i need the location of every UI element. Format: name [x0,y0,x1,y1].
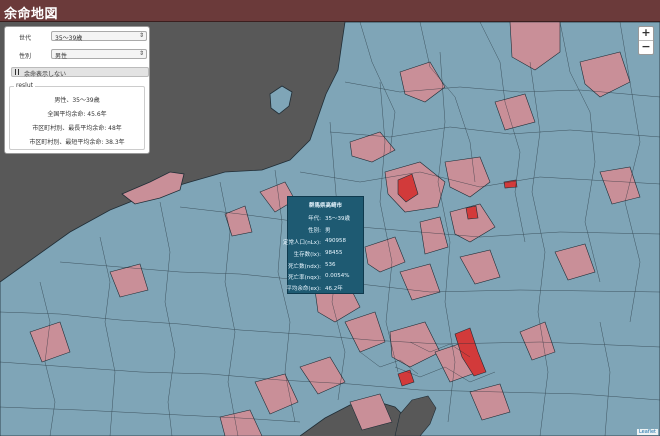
result-national-average: 全国平均余命: 45.6年 [47,111,107,118]
popup-value: 0.0054% [325,273,350,279]
generation-select-value: 35〜39歳 [55,35,83,42]
zoom-out-button[interactable]: − [639,40,653,54]
sex-label: 性別 [19,53,32,60]
popup-row-life-expectancy: 平均余命(ex): 46.2年 [286,284,363,293]
popup-row-death-rate: 死亡率(nqx): 0.0054% [288,273,363,282]
land-sado-island[interactable] [269,85,293,115]
popup-row-population: 定常人口(nLx): 490958 [283,238,363,247]
popup-value: 35〜39歳 [325,216,350,222]
sex-select-value: 男性 [55,53,68,60]
popup-key: 死亡率(nqx): [288,275,321,281]
generation-label: 世代 [19,35,32,42]
select-arrows-icon: ⇕ [138,50,144,57]
select-arrows-icon: ⇕ [138,32,144,39]
popup-value: 536 [325,262,336,268]
sex-select[interactable]: 男性 ⇕ [51,49,147,60]
result-longest-average: 市区町村別、最長平均余命: 48年 [32,125,122,132]
generation-row: 世代 35〜39歳 ⇕ [5,30,151,42]
app-title: 余命地図 [4,7,59,22]
sex-row: 性別 男性 ⇕ [5,48,151,60]
pause-icon [15,69,19,75]
popup-row-sex: 性別: 男 [288,226,363,235]
popup-key: 性別: [308,228,321,234]
result-shortest-average: 市区町村別、最短平均余命: 38.3年 [29,139,125,146]
popup-title: 群馬県高崎市 [308,203,342,209]
hide-lifespan-toggle[interactable]: 余命表示しない [11,67,149,78]
popup-value: 男 [325,228,331,234]
app-header: 余命地図 [0,0,660,22]
popup-key: 生存数(lx): [293,252,321,258]
hide-lifespan-label: 余命表示しない [24,71,67,78]
generation-select[interactable]: 35〜39歳 ⇕ [51,31,147,42]
popup-row-survivors: 生存数(lx): 98455 [288,250,363,259]
result-summary: 男性、35〜39歳 [54,97,100,104]
popup-key: 定常人口(nLx): [283,240,321,246]
municipality-popup: 群馬県高崎市 年代: 35〜39歳 性別: 男 定常人口(nLx): 49095… [283,196,364,294]
popup-value: 46.2年 [325,286,343,292]
leaflet-attribution-link[interactable]: Leaflet [636,429,658,435]
popup-key: 平均余命(ex): [286,286,321,292]
popup-key: 死亡数(ndx): [288,264,321,270]
zoom-in-button[interactable]: + [639,27,653,40]
zoom-control: + − [638,26,654,55]
popup-row-deaths: 死亡数(ndx): 536 [288,262,363,271]
popup-key: 年代: [308,216,321,222]
control-panel: 世代 35〜39歳 ⇕ 性別 男性 ⇕ 余命表示しない reslut 男性、35… [4,26,150,154]
result-fieldset: reslut 男性、35〜39歳 全国平均余命: 45.6年 市区町村別、最長平… [9,82,145,150]
popup-row-age: 年代: 35〜39歳 [288,214,363,223]
result-legend: reslut [14,82,35,89]
popup-value: 98455 [325,250,343,256]
popup-value: 490958 [325,238,346,244]
